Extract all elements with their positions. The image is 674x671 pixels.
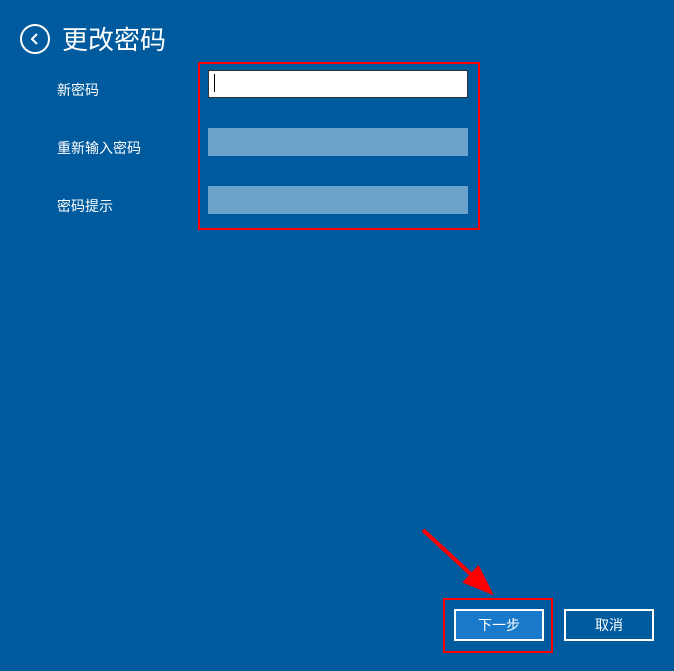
password-hint-input[interactable] (208, 186, 468, 214)
password-hint-label: 密码提示 (57, 196, 113, 216)
text-cursor (214, 74, 215, 92)
next-button[interactable]: 下一步 (454, 609, 544, 641)
form-highlight-box (198, 62, 480, 230)
new-password-input[interactable] (208, 70, 468, 98)
page-title: 更改密码 (62, 20, 166, 57)
annotation-arrow-icon (413, 520, 533, 610)
cancel-button[interactable]: 取消 (564, 609, 654, 641)
new-password-label: 新密码 (57, 80, 99, 100)
reenter-password-label: 重新输入密码 (57, 138, 141, 158)
back-button[interactable] (20, 24, 50, 54)
reenter-password-input[interactable] (208, 128, 468, 156)
arrow-left-icon (27, 31, 43, 47)
